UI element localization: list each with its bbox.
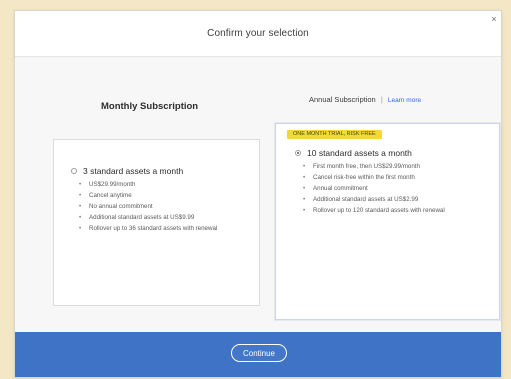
annual-feature-item: First month free, then US$29.99/month [303,161,478,172]
dialog-header: Confirm your selection × [15,11,501,57]
annual-option-row[interactable]: 10 standard assets a month [295,148,412,158]
monthly-feature-item: Additional standard assets at US$9.99 [79,212,247,223]
dialog-title: Confirm your selection [207,28,309,39]
trial-badge: ONE MONTH TRIAL, RISK FREE [287,130,382,139]
monthly-plan-heading: Monthly Subscription [101,101,199,112]
monthly-feature-list: US$29.99/month Cancel anytime No annual … [79,179,247,234]
confirm-selection-dialog: Confirm your selection × Monthly Subscri… [14,10,502,378]
annual-radio[interactable] [295,150,301,156]
annual-feature-item: Additional standard assets at US$2.99 [303,194,478,205]
monthly-feature-item: Rollover up to 36 standard assets with r… [79,223,247,234]
close-icon[interactable]: × [489,14,499,24]
plans-area: Monthly Subscription Annual Subscription… [15,57,501,332]
annual-feature-list: First month free, then US$29.99/month Ca… [303,161,478,216]
annual-option-label: 10 standard assets a month [307,148,412,158]
annual-plan-heading-row: Annual Subscription | Learn more [309,95,421,104]
monthly-feature-item: US$29.99/month [79,179,247,190]
monthly-option-row[interactable]: 3 standard assets a month [71,166,183,176]
continue-button[interactable]: Continue [231,344,287,362]
annual-plan-heading: Annual Subscription [309,95,376,104]
monthly-feature-item: Cancel anytime [79,190,247,201]
monthly-radio[interactable] [71,168,77,174]
annual-feature-item: Annual commitment [303,183,478,194]
annual-feature-item: Cancel risk-free within the first month [303,172,478,183]
dialog-footer: Continue [15,332,501,377]
monthly-feature-item: No annual commitment [79,201,247,212]
learn-more-link[interactable]: Learn more [388,97,421,104]
annual-feature-item: Rollover up to 120 standard assets with … [303,205,478,216]
heading-separator: | [380,95,383,104]
monthly-option-label: 3 standard assets a month [83,166,184,176]
